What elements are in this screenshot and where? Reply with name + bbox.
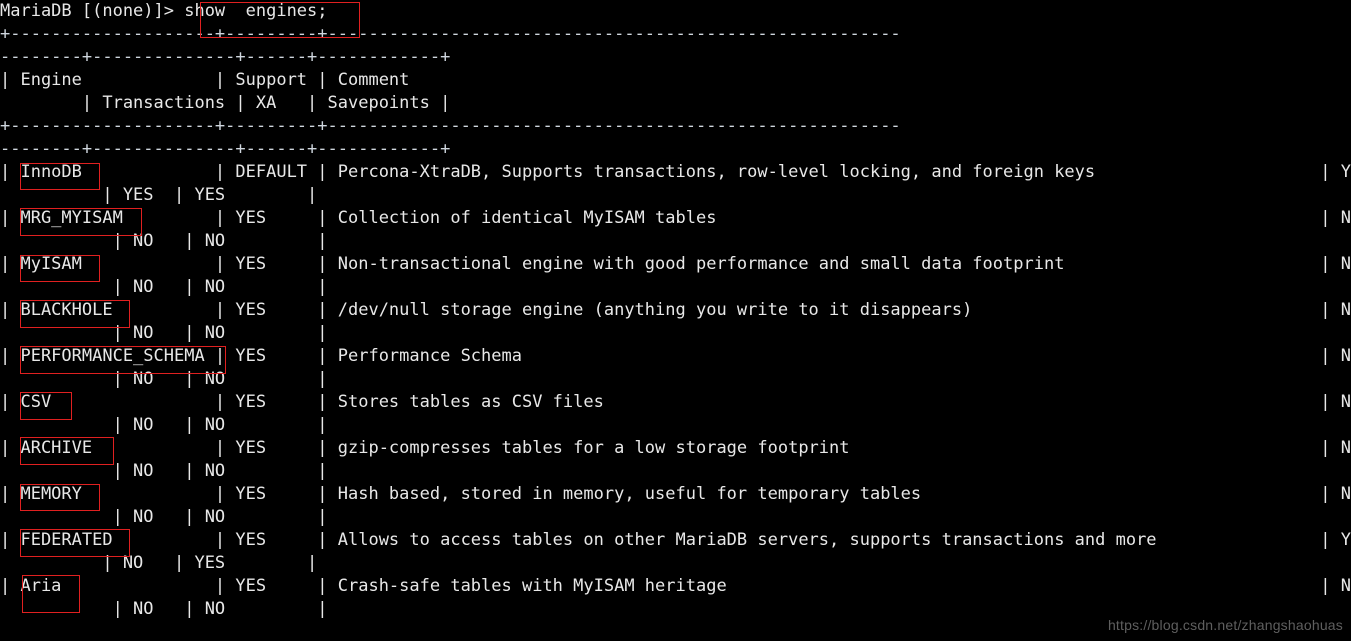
terminal-line: | Engine | Support | Comment	[0, 70, 901, 90]
terminal-line: | PERFORMANCE_SCHEMA | YES | Performance…	[0, 346, 1351, 366]
terminal-line: | MRG_MYISAM | YES | Collection of ident…	[0, 208, 1351, 228]
terminal-line: --------+--------------+------+---------…	[0, 139, 451, 159]
watermark: https://blog.csdn.net/zhangshaohuas	[1107, 617, 1343, 633]
terminal-window: MariaDB [(none)]> show engines; +--------…	[0, 0, 1351, 641]
terminal-line: | NO | NO |	[0, 415, 328, 435]
terminal-line: --------+--------------+------+---------…	[0, 47, 451, 67]
terminal-line: MariaDB [(none)]> show engines;	[0, 1, 328, 21]
terminal-line: | NO | NO |	[0, 507, 328, 527]
terminal-line: | CSV | YES | Stores tables as CSV files…	[0, 392, 1351, 412]
terminal-line: | NO | NO |	[0, 323, 328, 343]
terminal-line: +--------------------+---------+--------…	[0, 116, 901, 136]
terminal-line: | NO | NO |	[0, 231, 328, 251]
terminal-line: | NO | NO |	[0, 277, 328, 297]
terminal-line: | FEDERATED | YES | Allows to access tab…	[0, 530, 1351, 550]
terminal-line: | InnoDB | DEFAULT | Percona-XtraDB, Sup…	[0, 162, 1351, 182]
terminal-line: | Transactions | XA | Savepoints |	[0, 93, 451, 113]
terminal-line: | NO | NO |	[0, 461, 328, 481]
terminal-line: | NO | YES |	[0, 553, 318, 573]
terminal-line: | NO | NO |	[0, 369, 328, 389]
terminal-line: | ARCHIVE | YES | gzip-compresses tables…	[0, 438, 1351, 458]
terminal-line: | Aria | YES | Crash-safe tables with My…	[0, 576, 1351, 596]
terminal-line: +--------------------+---------+--------…	[0, 24, 901, 44]
terminal-line: | YES | YES |	[0, 185, 318, 205]
terminal-line: | BLACKHOLE | YES | /dev/null storage en…	[0, 300, 1351, 320]
terminal-output[interactable]: MariaDB [(none)]> show engines; +--------…	[0, 0, 1351, 621]
terminal-line: | MyISAM | YES | Non-transactional engin…	[0, 254, 1351, 274]
terminal-line: | MEMORY | YES | Hash based, stored in m…	[0, 484, 1351, 504]
